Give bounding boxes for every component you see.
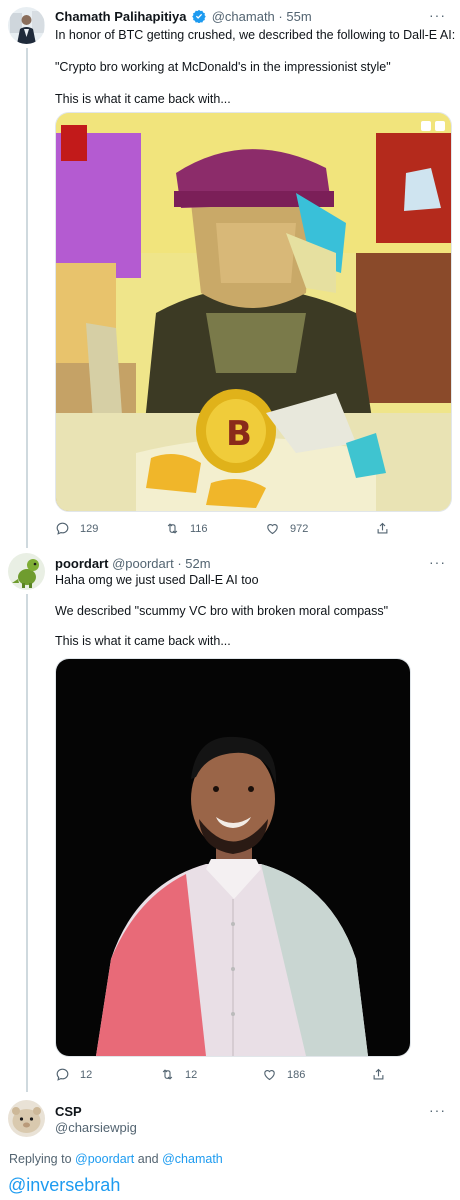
replying-to: Replying to @poordart and @chamath [9,1152,223,1166]
thread-line [26,594,28,1092]
tweet-image-impressionist[interactable]: B [55,112,452,512]
avatar-chamath[interactable] [8,7,45,44]
mention-link[interactable]: @chamath [162,1152,223,1166]
replying-prefix: Replying to [9,1152,72,1166]
tweet-text-line: This is what it came back with... [55,634,231,648]
tweet-actions: 12 12 186 [55,1067,395,1087]
heart-icon [267,524,278,535]
avatar-csp[interactable] [8,1100,45,1137]
retweet-button[interactable]: 12 [160,1067,197,1082]
tweet-time[interactable]: · 52m [177,556,210,571]
thread-line [26,48,28,548]
author-name[interactable]: poordart [55,556,108,571]
tweet-image-portrait[interactable] [55,658,411,1057]
tweet-header: Chamath Palihapitiya @chamath · 55m [55,9,312,24]
verified-badge-icon [192,9,206,23]
tweet-text-line: We described "scummy VC bro with broken … [55,604,389,618]
retweet-count: 116 [190,522,208,535]
tweet-text-line: This is what it came back with... [55,92,231,106]
author-handle[interactable]: @chamath [212,9,275,24]
heart-icon [264,1070,275,1081]
reply-icon [56,1068,69,1081]
tweet-time[interactable]: · 55m [278,9,311,24]
tweet-text-line: "Crypto bro working at McDonald's in the… [55,60,391,74]
tweet-poordart: poordart @poordart · 52m ··· Haha omg we… [0,550,460,1092]
like-count: 972 [290,522,309,535]
retweet-icon [162,1069,173,1080]
mention-link[interactable]: @poordart [75,1152,134,1166]
tweet-header: CSP [55,1104,82,1119]
tweet-text-line: Haha omg we just used Dall-E AI too [55,573,259,587]
retweet-button[interactable]: 116 [165,521,208,536]
tweet-body-mention[interactable]: @inversebrah [8,1175,120,1196]
reply-icon [56,522,69,535]
author-handle[interactable]: @poordart [112,556,174,571]
author-name[interactable]: CSP [55,1104,82,1119]
more-options-icon[interactable]: ··· [429,7,446,23]
like-button[interactable]: 972 [265,521,308,536]
more-options-icon[interactable]: ··· [429,1102,446,1118]
avatar-poordart[interactable] [8,553,45,590]
reply-button[interactable]: 12 [55,1067,92,1082]
like-button[interactable]: 186 [262,1067,305,1082]
like-count: 186 [287,1068,306,1081]
author-handle[interactable]: @charsiewpig [55,1120,137,1135]
reply-count: 129 [80,522,99,535]
tweet-header: poordart @poordart · 52m [55,556,211,571]
retweet-icon [167,523,178,534]
tweet-actions: 129 116 972 [55,521,395,541]
more-options-icon[interactable]: ··· [429,554,446,570]
share-button[interactable] [371,1067,386,1082]
tweet-chamath: Chamath Palihapitiya @chamath · 55m ··· … [0,0,460,550]
author-name[interactable]: Chamath Palihapitiya [55,9,186,24]
tweet-csp: CSP @charsiewpig ··· Replying to @poorda… [0,1095,460,1200]
author-handle-row: @charsiewpig [55,1120,137,1135]
share-button[interactable] [375,521,390,536]
reply-count: 12 [80,1068,93,1081]
tweet-text-line: In honor of BTC getting crushed, we desc… [55,28,456,42]
share-icon [373,1068,384,1080]
svg-text:B: B [226,414,252,454]
share-icon [377,522,388,534]
replying-and: and [137,1152,159,1166]
reply-button[interactable]: 129 [55,521,98,536]
retweet-count: 12 [185,1068,198,1081]
